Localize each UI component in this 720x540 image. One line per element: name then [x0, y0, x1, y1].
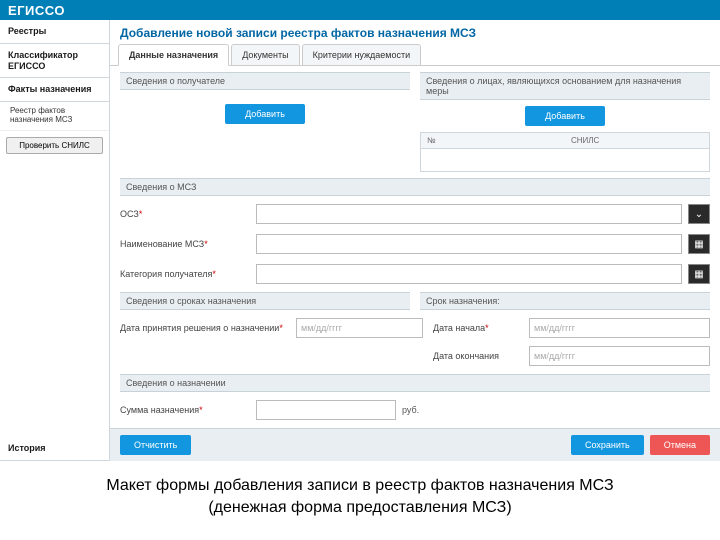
tab-documents[interactable]: Документы [231, 44, 299, 65]
tab-criteria[interactable]: Критерии нуждаемости [302, 44, 422, 65]
sidebar-item-facts[interactable]: Факты назначения [0, 78, 109, 102]
amount-unit: руб. [402, 405, 419, 415]
label-decision-date: Дата принятия решения о назначении [120, 323, 290, 333]
add-person-button[interactable]: Добавить [525, 106, 605, 126]
tabs: Данные назначения Документы Критерии нуж… [110, 44, 720, 66]
check-snils-button[interactable]: Проверить СНИЛС [6, 137, 103, 154]
section-persons: Сведения о лицах, являющихся основанием … [420, 72, 710, 100]
label-recipient-category: Категория получателя [120, 269, 250, 279]
sidebar-item-history[interactable]: История [0, 437, 109, 461]
tab-assignment-data[interactable]: Данные назначения [118, 44, 229, 66]
sidebar: Реестры Классификатор ЕГИССО Факты назна… [0, 20, 110, 461]
msz-name-input[interactable] [256, 234, 682, 254]
section-term-right: Срок назначения: [420, 292, 710, 310]
amount-input[interactable] [256, 400, 396, 420]
decision-date-input[interactable] [296, 318, 423, 338]
section-assignment: Сведения о назначении [120, 374, 710, 392]
label-amount: Сумма назначения [120, 405, 250, 415]
save-button[interactable]: Сохранить [571, 435, 644, 455]
page-title: Добавление новой записи реестра фактов н… [110, 20, 720, 44]
brand-logo: ЕГИССО [8, 3, 65, 18]
sidebar-subitem-registry-msz[interactable]: Реестр фактов назначения МСЗ [0, 102, 109, 131]
label-date-end: Дата окончания [433, 351, 523, 361]
section-recipient: Сведения о получателе [120, 72, 410, 90]
date-end-input[interactable] [529, 346, 710, 366]
topbar: ЕГИССО [0, 0, 720, 20]
label-date-start: Дата начала [433, 323, 523, 333]
footer: Отчистить Сохранить Отмена [110, 428, 720, 461]
clear-button[interactable]: Отчистить [120, 435, 191, 455]
persons-col-snils: СНИЛС [565, 133, 709, 148]
recipient-category-input[interactable] [256, 264, 682, 284]
slide-caption: Макет формы добавления записи в реестр ф… [0, 461, 720, 536]
date-start-input[interactable] [529, 318, 710, 338]
cancel-button[interactable]: Отмена [650, 435, 710, 455]
label-msz-name: Наименование МСЗ [120, 239, 250, 249]
section-msz: Сведения о МСЗ [120, 178, 710, 196]
label-osz: ОСЗ [120, 209, 250, 219]
add-recipient-button[interactable]: Добавить [225, 104, 305, 124]
sidebar-item-classifier[interactable]: Классификатор ЕГИССО [0, 44, 109, 79]
persons-col-num: № [421, 133, 565, 148]
osz-select[interactable] [256, 204, 682, 224]
persons-table: № СНИЛС [420, 132, 710, 172]
osz-chevron-icon[interactable]: ⌄ [688, 204, 710, 224]
msz-lookup-icon[interactable]: ▦ [688, 234, 710, 254]
section-terms: Сведения о сроках назначения [120, 292, 410, 310]
category-lookup-icon[interactable]: ▦ [688, 264, 710, 284]
sidebar-item-registries[interactable]: Реестры [0, 20, 109, 44]
